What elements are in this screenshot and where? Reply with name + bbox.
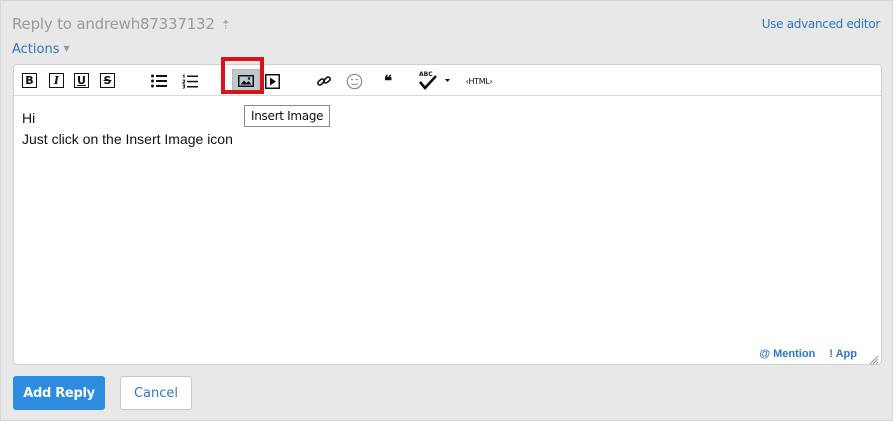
insert-video-icon[interactable]	[264, 73, 280, 89]
app-button[interactable]: ! App	[829, 348, 857, 360]
underline-icon[interactable]: U	[74, 73, 89, 88]
cancel-button[interactable]: Cancel	[120, 376, 192, 410]
emoji-icon[interactable]	[346, 73, 363, 89]
numbered-list-icon[interactable]	[182, 73, 198, 89]
actions-label: Actions	[12, 42, 60, 57]
content-line: Hi	[22, 110, 36, 126]
editor-footer: @ Mention ! App	[745, 348, 857, 360]
bold-icon[interactable]: B	[22, 73, 37, 88]
insert-image-icon[interactable]	[232, 69, 260, 93]
editor-toolbar: B I U S ❝ ABC ‹HTML›	[14, 57, 881, 96]
html-icon[interactable]: ‹HTML›	[462, 73, 496, 89]
strikethrough-icon[interactable]: S	[100, 73, 115, 88]
italic-icon[interactable]: I	[49, 73, 64, 88]
editor-content[interactable]: Hi Just click on the Insert Image icon	[22, 108, 233, 150]
reply-target-icon[interactable]: ⇡	[221, 18, 231, 32]
bullet-list-icon[interactable]	[151, 73, 167, 89]
add-reply-button[interactable]: Add Reply	[13, 376, 105, 410]
use-advanced-editor-link[interactable]: Use advanced editor	[762, 17, 881, 31]
reply-panel: Reply to andrewh87337132 ⇡ Use advanced e…	[0, 0, 893, 421]
link-icon[interactable]	[316, 73, 332, 89]
chevron-down-icon: ▼	[63, 44, 70, 53]
spell-check-icon[interactable]: ABC	[416, 70, 452, 90]
quote-icon[interactable]: ❝	[376, 72, 400, 90]
svg-text:ABC: ABC	[419, 71, 433, 78]
resize-handle-icon[interactable]	[869, 352, 879, 365]
reply-title: Reply to andrewh87337132 ⇡	[12, 15, 231, 33]
reply-title-text: Reply to andrewh87337132	[12, 15, 215, 33]
content-line: Just click on the Insert Image icon	[22, 131, 233, 147]
actions-menu[interactable]: Actions ▼	[12, 42, 70, 57]
mention-button[interactable]: @ Mention	[759, 348, 815, 360]
insert-image-tooltip: Insert Image	[244, 105, 331, 127]
rich-text-editor[interactable]: B I U S ❝ ABC ‹HTML› Insert Image Hi Jus…	[13, 57, 882, 365]
